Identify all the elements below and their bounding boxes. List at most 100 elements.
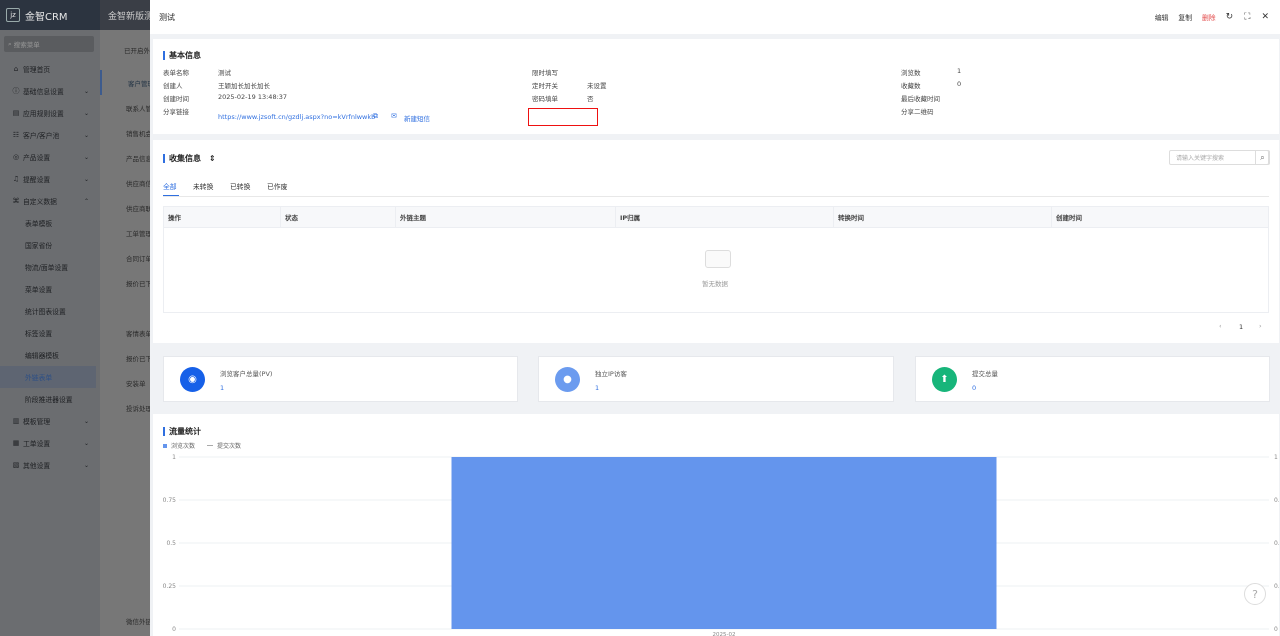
sms-icon: ✉ xyxy=(391,112,397,120)
sidebar-subitem[interactable]: 物流/面单设置 xyxy=(0,256,100,278)
collect-info-card: 收集信息 ⇕ 请输入关键字搜索 ⌕ 全部 未转换 已转换 已作废 操作 状态 外链… xyxy=(153,140,1279,343)
sidebar-item[interactable]: ⌂ 管理首页 xyxy=(0,58,100,80)
stat-card-ip: ● 独立IP访客 1 xyxy=(538,356,894,402)
list-item[interactable]: 安装单 xyxy=(100,370,150,395)
chevron-icon: ⌄ xyxy=(83,153,89,161)
sidebar-item[interactable]: ♫ 提醒设置 ⌄ xyxy=(0,168,100,190)
list-header: 已开启外 xyxy=(124,47,150,55)
field-label: 最后收藏时间 xyxy=(901,95,940,103)
created-value: 2025-02-19 13:48:37 xyxy=(218,93,288,101)
y2-tick-label: 1 xyxy=(1274,454,1278,461)
copy-button[interactable]: 复制 xyxy=(1178,12,1192,22)
help-icon[interactable]: ? xyxy=(1244,583,1266,605)
field-label: 表单名称 xyxy=(163,69,189,77)
sidebar-subitem[interactable]: 菜单设置 xyxy=(0,278,100,300)
tab-unconverted[interactable]: 未转换 xyxy=(193,181,213,191)
sidebar-item[interactable]: ⌘ 自定义数据 ⌃ xyxy=(0,190,100,212)
sidebar-item-label: 应用规则设置 xyxy=(23,110,64,118)
sidebar-item[interactable]: ▦ 工单设置 ⌄ xyxy=(0,432,100,454)
sidebar-item[interactable]: ▧ 其他设置 ⌄ xyxy=(0,454,100,476)
section-title: 基本信息 xyxy=(163,50,201,61)
copy-link-icon[interactable]: ⧉ xyxy=(373,112,378,121)
field-label: 密码填单 xyxy=(532,95,558,103)
sidebar-subitem[interactable]: 统计图表设置 xyxy=(0,300,100,322)
share-link[interactable]: https://www.jzsoft.cn/gzdlj.aspx?no=kVrf… xyxy=(218,113,375,121)
sidebar-subitem[interactable]: 阶段推进器设置 xyxy=(0,388,100,410)
sidebar-item-label: 客户/客户池 xyxy=(23,132,60,140)
field-label: 分享链接 xyxy=(163,108,189,116)
sidebar-subitem[interactable]: 国家省份 xyxy=(0,234,100,256)
list-item[interactable]: 合同订单 xyxy=(100,245,150,270)
list-item[interactable] xyxy=(100,295,150,320)
tab-voided[interactable]: 已作废 xyxy=(267,181,287,191)
column-header: IP归属 xyxy=(616,207,834,227)
list-item[interactable]: 投诉处理 xyxy=(100,395,150,420)
field-label: 限时填写 xyxy=(532,69,558,77)
column-header: 操作 xyxy=(164,207,281,227)
tab-converted[interactable]: 已转换 xyxy=(230,181,250,191)
sidebar-item[interactable]: ▥ 模板管理 ⌄ xyxy=(0,410,100,432)
y-tick-label: 0.5 xyxy=(166,540,176,547)
next-page-icon[interactable]: › xyxy=(1259,322,1262,330)
tab-all[interactable]: 全部 xyxy=(163,181,177,191)
y2-tick-label: 0.75 xyxy=(1274,497,1279,504)
people-icon: ☷ xyxy=(12,131,20,139)
list-item[interactable]: 供应商信 xyxy=(100,170,150,195)
sidebar-item[interactable]: ☷ 客户/客户池 ⌄ xyxy=(0,124,100,146)
edit-button[interactable]: 编辑 xyxy=(1155,12,1169,22)
product-icon: ◎ xyxy=(12,153,20,161)
sidebar-item[interactable]: ◎ 产品设置 ⌄ xyxy=(0,146,100,168)
list-item[interactable]: 联系人管 xyxy=(100,95,150,120)
list-item[interactable]: 工单管理 xyxy=(100,220,150,245)
field-label: 定时开关 xyxy=(532,82,558,90)
sidebar-item[interactable]: ⓘ 基础信息设置 ⌄ xyxy=(0,80,100,102)
highlight-box xyxy=(528,108,598,126)
column-header: 转换时间 xyxy=(834,207,1052,227)
sidebar-subitem[interactable]: 表单模板 xyxy=(0,212,100,234)
eye-icon: ◉ xyxy=(180,367,205,392)
list-item[interactable]: 客户管理 xyxy=(100,70,150,95)
empty-text: 暂无数据 xyxy=(702,280,728,288)
close-icon[interactable]: ✕ xyxy=(1261,12,1269,22)
submit-icon: ⬆ xyxy=(932,367,957,392)
stat-value: 1 xyxy=(595,384,600,392)
custom-data-icon: ⌘ xyxy=(12,197,20,205)
fullscreen-icon[interactable]: ⛶ xyxy=(1244,12,1250,22)
list-item[interactable]: 产品信息 xyxy=(100,145,150,170)
drawer-header: 测试 编辑 复制 删除 ↻ ⛶ ✕ xyxy=(150,0,1280,34)
field-label: 收藏数 xyxy=(901,82,921,90)
bar xyxy=(451,457,997,629)
stat-card-submit: ⬆ 提交总量 0 xyxy=(915,356,1270,402)
sort-icon[interactable]: ⇕ xyxy=(209,154,216,163)
search-icon[interactable]: ⌕ xyxy=(1255,150,1270,165)
logo-icon: jz xyxy=(6,8,20,22)
prev-page-icon[interactable]: ‹ xyxy=(1219,322,1222,330)
page-number[interactable]: 1 xyxy=(1239,323,1243,331)
list-item[interactable]: 报价已下 xyxy=(100,345,150,370)
y2-tick-label: 0 xyxy=(1274,626,1278,633)
sidebar-subitem[interactable]: 编辑器模板 xyxy=(0,344,100,366)
list-footer[interactable]: 微信外链 xyxy=(100,608,152,633)
chevron-icon: ⌄ xyxy=(83,131,89,139)
field-label: 创建时间 xyxy=(163,95,189,103)
collect-search-input[interactable]: 请输入关键字搜索 xyxy=(1169,150,1269,165)
stat-value: 1 xyxy=(220,384,225,392)
list-item[interactable]: 销售机会 xyxy=(100,120,150,145)
sidebar-subitem[interactable]: 外链表单 xyxy=(0,366,96,388)
refresh-icon[interactable]: ↻ xyxy=(1226,12,1234,22)
list-item[interactable]: 报价已下 xyxy=(100,270,150,295)
timer-value: 未设置 xyxy=(587,82,607,90)
sidebar-item[interactable]: ▤ 应用规则设置 ⌄ xyxy=(0,102,100,124)
x-tick-label: 2025-02 xyxy=(713,632,736,636)
list-item[interactable]: 供应商联 xyxy=(100,195,150,220)
delete-button[interactable]: 删除 xyxy=(1202,12,1216,22)
y2-tick-label: 0.25 xyxy=(1274,583,1279,590)
list-item[interactable]: 客情表单 xyxy=(100,320,150,345)
sidebar-nav: ⌂ 管理首页 ⓘ 基础信息设置 ⌄ ▤ 应用规则设置 ⌄ ☷ 客户/客户池 ⌄ ◎ 产品设置 ⌄ ♫ 提醒设置… xyxy=(0,58,100,476)
section-title: 收集信息 ⇕ xyxy=(163,153,216,164)
app-logo[interactable]: jz 金智CRM xyxy=(0,0,100,30)
sidebar-subitem[interactable]: 标签设置 xyxy=(0,322,100,344)
traffic-card: 流量统计 浏览次数 提交次数 110.750.750.50.50.250.250… xyxy=(153,414,1279,636)
new-sms-button[interactable]: 新建短信 xyxy=(404,113,430,123)
sidebar-search-input[interactable]: ⌕ 搜索菜单 xyxy=(4,36,94,52)
